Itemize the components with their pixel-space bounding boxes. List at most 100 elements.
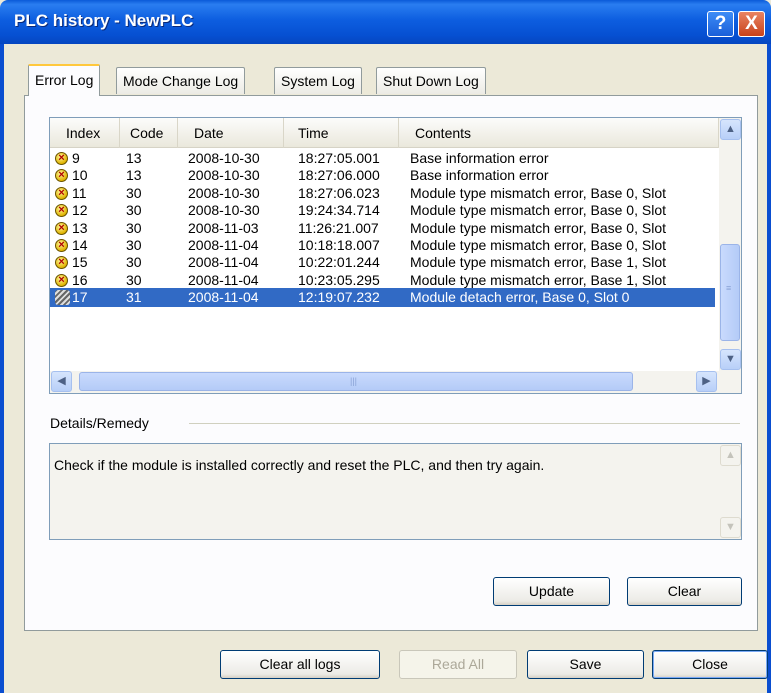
window-frame-left bbox=[0, 44, 4, 693]
cell-index: 15 bbox=[72, 254, 88, 271]
cell-time: 10:23:05.295 bbox=[298, 271, 380, 288]
cell-index: 16 bbox=[72, 271, 88, 288]
cell-contents: Base information error bbox=[410, 167, 549, 184]
details-vertical-scrollbar[interactable]: ▲ ▼ bbox=[719, 445, 741, 538]
scroll-down-arrow-icon[interactable]: ▼ bbox=[720, 349, 741, 370]
cell-date: 2008-10-30 bbox=[188, 150, 260, 166]
error-icon: × bbox=[55, 204, 68, 218]
cell-index: 11 bbox=[72, 184, 87, 201]
details-remedy-text: Check if the module is installed correct… bbox=[54, 457, 545, 473]
cell-code: 30 bbox=[126, 271, 142, 288]
grip-icon: ||| bbox=[350, 376, 358, 386]
cell-time: 18:27:06.023 bbox=[298, 184, 380, 201]
cell-time: 10:18:18.007 bbox=[298, 237, 380, 253]
cell-code: 30 bbox=[126, 184, 142, 201]
tab-error-log[interactable]: Error Log bbox=[28, 64, 101, 96]
cell-index: 17 bbox=[72, 289, 88, 306]
cell-contents: Module detach error, Base 0, Slot 0 bbox=[410, 289, 630, 306]
tab-mode-change-log[interactable]: Mode Change Log bbox=[116, 67, 246, 94]
read-all-button[interactable]: Read All bbox=[399, 650, 517, 679]
cell-index: 13 bbox=[72, 219, 88, 236]
error-log-list[interactable]: Index Code Date Time Contents × 9 13 2008-1… bbox=[49, 117, 742, 394]
cell-time: 18:27:05.001 bbox=[298, 150, 380, 166]
close-button[interactable]: Close bbox=[652, 650, 768, 679]
tab-system-log[interactable]: System Log bbox=[274, 67, 362, 94]
details-remedy-label: Details/Remedy bbox=[50, 415, 149, 431]
list-vertical-scrollbar[interactable]: ▲ ≡ ▼ bbox=[719, 118, 741, 371]
cell-time: 10:22:01.244 bbox=[298, 254, 380, 271]
table-row[interactable]: × 12 30 2008-10-30 19:24:34.714 Module type m… bbox=[50, 201, 715, 220]
column-header-time[interactable]: Time bbox=[284, 118, 399, 148]
cell-date: 2008-10-30 bbox=[188, 184, 260, 201]
cell-index: 10 bbox=[72, 167, 88, 184]
details-scroll-up-arrow-icon[interactable]: ▲ bbox=[720, 445, 741, 466]
column-header-date[interactable]: Date bbox=[178, 118, 284, 148]
error-icon: × bbox=[55, 221, 68, 235]
help-button[interactable]: ? bbox=[707, 11, 734, 37]
vertical-scroll-thumb[interactable]: ≡ bbox=[720, 244, 740, 341]
cell-contents: Module type mismatch error, Base 0, Slot bbox=[410, 219, 666, 236]
clear-button[interactable]: Clear bbox=[627, 577, 742, 606]
cell-index: 12 bbox=[72, 202, 88, 219]
table-row[interactable]: × 10 13 2008-10-30 18:27:06.000 Base informat… bbox=[50, 166, 715, 185]
cell-date: 2008-11-04 bbox=[188, 237, 259, 253]
column-header-contents[interactable]: Contents bbox=[399, 118, 719, 148]
cell-date: 2008-11-03 bbox=[188, 219, 259, 236]
table-row[interactable]: × 16 30 2008-11-04 10:23:05.295 Module type m… bbox=[50, 271, 715, 290]
details-divider bbox=[189, 423, 740, 424]
list-horizontal-scrollbar[interactable]: ◀ ||| ▶ bbox=[50, 371, 741, 393]
column-header-index[interactable]: Index bbox=[50, 118, 120, 148]
error-icon: × bbox=[55, 256, 68, 270]
window-frame-right bbox=[767, 44, 771, 693]
save-button[interactable]: Save bbox=[527, 650, 644, 679]
error-icon: × bbox=[55, 273, 68, 287]
clear-all-logs-button[interactable]: Clear all logs bbox=[220, 650, 380, 679]
cell-time: 18:27:06.000 bbox=[298, 167, 380, 184]
horizontal-scroll-thumb[interactable]: ||| bbox=[79, 372, 633, 391]
cell-index: 9 bbox=[72, 150, 80, 166]
cell-time: 12:19:07.232 bbox=[298, 289, 380, 306]
cell-index: 14 bbox=[72, 237, 88, 253]
cell-date: 2008-11-04 bbox=[188, 289, 259, 306]
table-row[interactable]: × 14 30 2008-11-04 10:18:18.007 Module type m… bbox=[50, 236, 715, 255]
column-header-code[interactable]: Code bbox=[120, 118, 178, 148]
cell-contents: Base information error bbox=[410, 150, 549, 166]
table-row[interactable]: 17 31 2008-11-04 12:19:07.232 Module detach … bbox=[50, 288, 715, 308]
table-row[interactable]: × 9 13 2008-10-30 18:27:05.001 Base informati… bbox=[50, 149, 715, 168]
grip-icon: ≡ bbox=[726, 283, 732, 293]
table-row[interactable]: × 15 30 2008-11-04 10:22:01.244 Module type m… bbox=[50, 253, 715, 272]
cell-code: 13 bbox=[126, 150, 142, 166]
details-scroll-down-arrow-icon[interactable]: ▼ bbox=[720, 517, 741, 538]
cell-code: 30 bbox=[126, 237, 142, 253]
update-button[interactable]: Update bbox=[493, 577, 610, 606]
cell-date: 2008-10-30 bbox=[188, 167, 260, 184]
cell-code: 30 bbox=[126, 202, 142, 219]
error-icon: × bbox=[55, 152, 68, 165]
scroll-right-arrow-icon[interactable]: ▶ bbox=[696, 371, 717, 392]
cell-date: 2008-11-04 bbox=[188, 254, 259, 271]
cell-time: 19:24:34.714 bbox=[298, 202, 380, 219]
scroll-up-arrow-icon[interactable]: ▲ bbox=[720, 119, 741, 140]
table-row[interactable]: × 13 30 2008-11-03 11:26:21.007 Module type m… bbox=[50, 219, 715, 238]
window-close-button[interactable]: X bbox=[738, 11, 765, 37]
cell-date: 2008-11-04 bbox=[188, 271, 259, 288]
module-detach-icon bbox=[55, 290, 70, 306]
cell-contents: Module type mismatch error, Base 0, Slot bbox=[410, 237, 666, 253]
list-header: Index Code Date Time Contents bbox=[50, 118, 719, 148]
cell-code: 31 bbox=[126, 289, 142, 306]
cell-contents: Module type mismatch error, Base 0, Slot bbox=[410, 202, 666, 219]
cell-contents: Module type mismatch error, Base 1, Slot bbox=[410, 271, 666, 288]
error-icon: × bbox=[55, 169, 68, 183]
tab-shut-down-log[interactable]: Shut Down Log bbox=[376, 67, 486, 94]
table-row[interactable]: × 11 30 2008-10-30 18:27:06.023 Module type m… bbox=[50, 184, 715, 203]
details-remedy-textbox[interactable]: Check if the module is installed correct… bbox=[49, 443, 742, 540]
cell-code: 30 bbox=[126, 219, 142, 236]
scroll-left-arrow-icon[interactable]: ◀ bbox=[51, 371, 72, 392]
window-title: PLC history - NewPLC bbox=[14, 11, 194, 30]
cell-contents: Module type mismatch error, Base 0, Slot bbox=[410, 184, 666, 201]
cell-code: 30 bbox=[126, 254, 142, 271]
error-icon: × bbox=[55, 239, 68, 252]
cell-time: 11:26:21.007 bbox=[298, 219, 379, 236]
title-bar[interactable]: PLC history - NewPLC ? X bbox=[0, 0, 771, 44]
error-icon: × bbox=[55, 186, 68, 200]
